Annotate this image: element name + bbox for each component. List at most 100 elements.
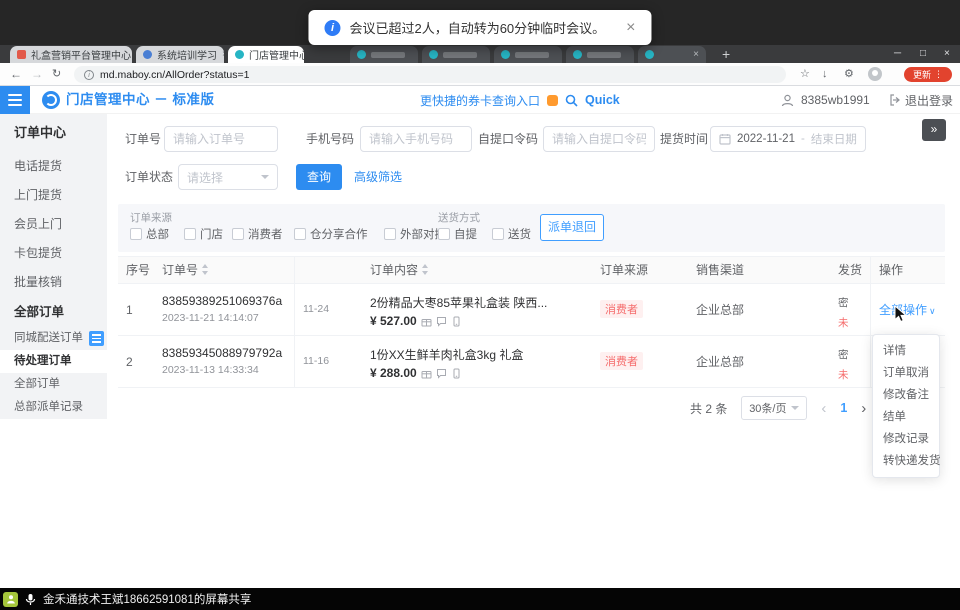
next-page-button[interactable]: › bbox=[861, 400, 866, 417]
sidebar-item-member-visit[interactable]: 会员上门 bbox=[0, 210, 107, 239]
current-page[interactable]: 1 bbox=[840, 401, 847, 415]
tab-title: 门店管理中心 bbox=[249, 47, 304, 62]
new-tab-button[interactable]: + bbox=[722, 45, 730, 63]
browser-tab-ghost[interactable] bbox=[494, 46, 562, 63]
pickup-code-label: 自提口令码 bbox=[478, 126, 538, 152]
order-content: 2份精品大枣85苹果礼盒装 陕西... bbox=[370, 284, 592, 311]
window-maximize-button[interactable]: □ bbox=[920, 45, 926, 63]
sidebar-item-batch-verify[interactable]: 批量核销 bbox=[0, 268, 107, 297]
phone-input[interactable] bbox=[360, 126, 472, 152]
menu-item-cancel-order[interactable]: 订单取消 bbox=[873, 362, 939, 384]
menu-item-edit-history[interactable]: 修改记录 bbox=[873, 428, 939, 450]
browser-tab-ghost[interactable]: × bbox=[638, 46, 706, 63]
pickup-code-input[interactable] bbox=[543, 126, 655, 152]
date-range-picker[interactable]: 2022-11-21 - 结束日期 bbox=[710, 126, 866, 152]
checkbox-consumer[interactable]: 消费者 bbox=[232, 226, 283, 242]
browser-tab-strip: 礼盒营销平台管理中心 × 系统培训学习 × 门店管理中心 × + ─ □ × bbox=[0, 45, 960, 63]
coupon-query-link[interactable]: 更快捷的券卡查询入口 bbox=[420, 92, 540, 109]
quick-link[interactable]: Quick bbox=[585, 93, 620, 107]
checkbox-box[interactable] bbox=[294, 228, 306, 240]
order-price: ¥ 288.00 bbox=[370, 366, 417, 380]
sidebar-item-pending-orders[interactable]: 待处理订单 bbox=[0, 350, 107, 373]
sidebar-item-phone-pickup[interactable]: 电话提货 bbox=[0, 152, 107, 181]
tab-close-icon[interactable]: × bbox=[693, 49, 699, 60]
profile-avatar[interactable] bbox=[868, 67, 882, 81]
user-account[interactable]: 8385wb1991 bbox=[780, 86, 870, 114]
dispatch-return-button[interactable]: 派单退回 bbox=[540, 214, 604, 241]
sidebar-item-door-pickup[interactable]: 上门提货 bbox=[0, 181, 107, 210]
checkbox-label: 消费者 bbox=[248, 226, 283, 242]
checkbox-box[interactable] bbox=[130, 228, 142, 240]
col-content[interactable]: 订单内容 bbox=[362, 257, 592, 283]
checkbox-store[interactable]: 门店 bbox=[184, 226, 223, 242]
url-field[interactable]: i md.maboy.cn/AllOrder?status=1 bbox=[74, 66, 786, 83]
browser-tab-2[interactable]: 系统培训学习 × bbox=[136, 46, 224, 63]
browser-update-button[interactable]: 更新 ⋮ bbox=[904, 67, 952, 82]
order-no-input[interactable] bbox=[164, 126, 278, 152]
col-pickup-date bbox=[294, 257, 362, 283]
browser-menu-icon[interactable]: ⋮ bbox=[934, 69, 943, 80]
chevron-down-icon: ∨ bbox=[929, 306, 936, 316]
tab-favicon bbox=[501, 50, 510, 59]
banner-close-icon[interactable]: × bbox=[626, 19, 635, 37]
col-action: 操作 bbox=[870, 257, 945, 283]
menu-item-express-ship[interactable]: 转快递发货 bbox=[873, 450, 939, 472]
sidebar-item-all-orders[interactable]: 全部订单 bbox=[0, 373, 107, 396]
phone-label: 手机号码 bbox=[306, 126, 354, 152]
window-minimize-button[interactable]: ─ bbox=[894, 45, 901, 63]
browser-tab-ghost[interactable] bbox=[350, 46, 418, 63]
checkbox-box[interactable] bbox=[438, 228, 450, 240]
advanced-filter-link[interactable]: 高级筛选 bbox=[354, 164, 402, 190]
extensions-icon[interactable]: ⚙ bbox=[844, 63, 854, 85]
window-close-button[interactable]: × bbox=[944, 45, 950, 63]
checkbox-hq[interactable]: 总部 bbox=[130, 226, 169, 242]
logout-button[interactable]: 退出登录 bbox=[889, 86, 953, 114]
checkbox-box[interactable] bbox=[232, 228, 244, 240]
search-button[interactable]: 查询 bbox=[296, 164, 342, 190]
meeting-overlay-strip: i 会议已超过2人，自动转为60分钟临时会议。 × bbox=[0, 0, 960, 45]
sidebar-toggle-button[interactable] bbox=[0, 86, 30, 114]
tab-close-icon[interactable]: × bbox=[222, 49, 224, 60]
reload-icon[interactable]: ↻ bbox=[52, 63, 61, 85]
checkbox-label: 送货 bbox=[508, 226, 531, 242]
checkbox-box[interactable] bbox=[184, 228, 196, 240]
page-size-select[interactable]: 30条/页 bbox=[741, 396, 807, 420]
col-label: 订单号 bbox=[162, 263, 198, 277]
tab-title-placeholder bbox=[443, 52, 477, 58]
shipping-line2: 未 bbox=[838, 310, 870, 330]
download-icon[interactable]: ↓ bbox=[822, 63, 828, 85]
sort-icon[interactable] bbox=[202, 264, 209, 275]
sidebar-float-menu-icon[interactable] bbox=[89, 331, 104, 346]
browser-tab-ghost[interactable] bbox=[422, 46, 490, 63]
order-status-select[interactable]: 请选择 bbox=[178, 164, 278, 190]
checkbox-external[interactable]: 外部对接 bbox=[384, 226, 446, 242]
browser-tab-ghost[interactable] bbox=[566, 46, 634, 63]
forward-icon[interactable]: → bbox=[31, 63, 43, 85]
sidebar-item-hq-dispatch-records[interactable]: 总部派单记录 bbox=[0, 396, 107, 419]
back-icon[interactable]: ← bbox=[10, 63, 22, 85]
user-icon bbox=[780, 93, 795, 108]
checkbox-delivery[interactable]: 送货 bbox=[492, 226, 531, 242]
site-info-icon[interactable]: i bbox=[84, 70, 94, 80]
prev-page-button[interactable]: ‹ bbox=[821, 400, 826, 417]
logout-label: 退出登录 bbox=[905, 92, 953, 109]
menu-item-close-order[interactable]: 结单 bbox=[873, 406, 939, 428]
microphone-icon[interactable] bbox=[25, 593, 36, 606]
panel-collapse-button[interactable]: » bbox=[922, 119, 946, 141]
meeting-banner: i 会议已超过2人，自动转为60分钟临时会议。 × bbox=[308, 10, 651, 45]
menu-item-edit-remark[interactable]: 修改备注 bbox=[873, 384, 939, 406]
bookmark-star-icon[interactable]: ☆ bbox=[800, 63, 810, 85]
menu-item-detail[interactable]: 详情 bbox=[873, 340, 939, 362]
shipping-line2: 未 bbox=[838, 362, 870, 382]
all-actions-dropdown[interactable]: 全部操作∨ bbox=[879, 284, 945, 335]
checkbox-box[interactable] bbox=[384, 228, 396, 240]
order-price: ¥ 527.00 bbox=[370, 314, 417, 328]
col-order-no[interactable]: 订单号 bbox=[154, 257, 294, 283]
browser-tab-1[interactable]: 礼盒营销平台管理中心 × bbox=[10, 46, 132, 63]
sidebar-item-card-pickup[interactable]: 卡包提货 bbox=[0, 239, 107, 268]
sort-icon[interactable] bbox=[422, 264, 429, 275]
checkbox-self-pickup[interactable]: 自提 bbox=[438, 226, 477, 242]
browser-tab-active[interactable]: 门店管理中心 bbox=[228, 46, 304, 63]
checkbox-box[interactable] bbox=[492, 228, 504, 240]
checkbox-warehouse-share[interactable]: 仓分享合作 bbox=[294, 226, 368, 242]
